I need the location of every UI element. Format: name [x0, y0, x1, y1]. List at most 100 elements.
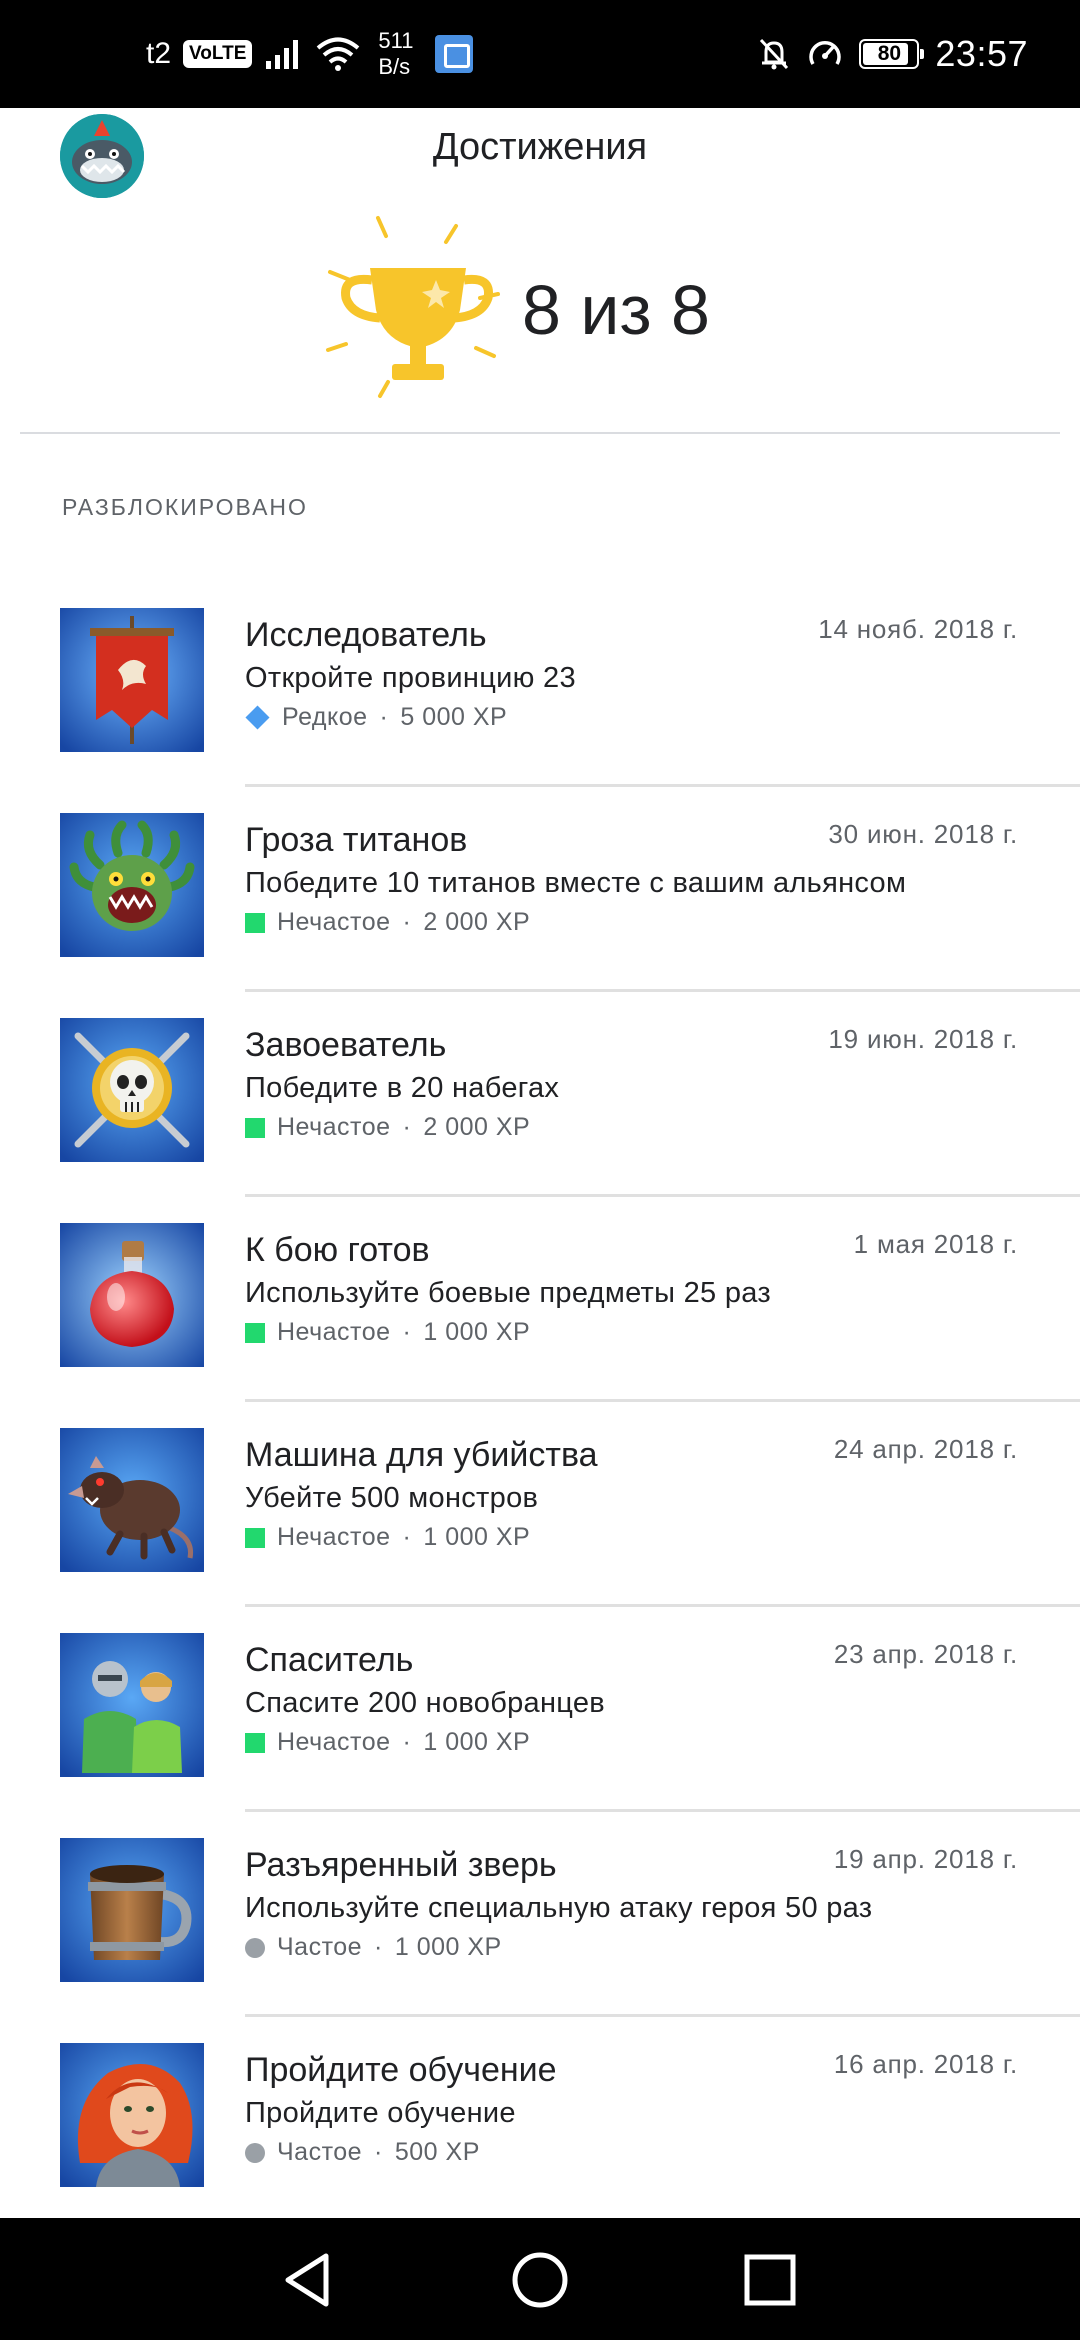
achievement-row[interactable]: Гроза титанов Победите 10 титанов вместе…	[0, 787, 1080, 992]
carrier-label: t2	[146, 37, 172, 70]
common-dot-icon	[245, 1937, 265, 1958]
achievement-xp: 1 000 XP	[394, 1933, 502, 1961]
achievement-rarity: Частое	[277, 1933, 363, 1961]
mug-icon	[60, 1838, 204, 1982]
meta-separator: ·	[402, 1318, 412, 1346]
app-notification-icon	[435, 35, 474, 73]
home-circle-icon	[512, 2252, 568, 2308]
uncommon-square-icon	[245, 1732, 265, 1753]
achievement-description: Победите 10 титанов вместе с вашим альян…	[245, 867, 907, 899]
potion-icon	[60, 1223, 204, 1367]
achievement-date: 30 июн. 2018 г.	[828, 819, 1018, 849]
achievement-rarity: Редкое	[282, 703, 368, 731]
uncommon-square-icon	[245, 1117, 265, 1138]
trophy-icon	[326, 216, 500, 398]
achievement-xp: 2 000 XP	[423, 908, 531, 936]
recruits-icon	[60, 1633, 204, 1777]
section-label-unlocked: РАЗБЛОКИРОВАНО	[62, 494, 308, 520]
achievement-row[interactable]: Машина для убийства Убейте 500 монстров …	[0, 1402, 1080, 1607]
achievement-xp: 1 000 XP	[423, 1523, 531, 1551]
achievement-description: Победите в 20 набегах	[245, 1072, 560, 1104]
achievement-xp: 1 000 XP	[423, 1728, 531, 1756]
achievement-title: К бою готов	[245, 1231, 430, 1269]
speedometer-icon	[809, 41, 842, 65]
medusa-icon	[60, 813, 204, 957]
page-title: Достижения	[432, 126, 648, 168]
achievement-xp: 1 000 XP	[423, 1318, 531, 1346]
recents-square-icon	[744, 2254, 796, 2306]
system-nav-bar	[0, 2218, 1080, 2340]
meta-separator: ·	[402, 1728, 412, 1756]
status-bar-left: t2 VoLTE 511 B/s	[146, 0, 474, 108]
achievement-rarity: Нечастое	[277, 1523, 391, 1551]
achievement-xp: 5 000 XP	[400, 703, 508, 731]
home-button[interactable]	[500, 2240, 580, 2320]
achievement-date: 23 апр. 2018 г.	[833, 1639, 1018, 1669]
achievement-row[interactable]: Разъяренный зверь Используйте специальну…	[0, 1812, 1080, 2017]
achievement-rarity: Нечастое	[277, 1728, 391, 1756]
uncommon-square-icon	[245, 1527, 265, 1548]
meta-separator: ·	[374, 1933, 383, 1961]
achievement-date: 16 апр. 2018 г.	[833, 2049, 1018, 2079]
common-dot-icon	[245, 2142, 265, 2163]
achievement-title: Пройдите обучение	[245, 2051, 557, 2089]
recents-button[interactable]	[730, 2240, 810, 2320]
achievement-meta: Нечастое · 1 000 XP	[245, 1318, 530, 1347]
back-triangle-icon	[285, 2253, 329, 2307]
status-time: 23:57	[935, 33, 1028, 74]
achievement-date: 1 мая 2018 г.	[853, 1229, 1018, 1259]
network-speed: 511 B/s	[378, 28, 413, 80]
wifi-icon	[317, 37, 360, 71]
meta-separator: ·	[402, 908, 412, 936]
achievement-meta: Частое · 1 000 XP	[245, 1933, 502, 1962]
achievement-title: Исследователь	[245, 616, 487, 654]
achievement-title: Машина для убийства	[245, 1436, 598, 1474]
rare-diamond-icon	[245, 705, 270, 730]
back-button[interactable]	[268, 2240, 348, 2320]
volte-badge: VoLTE	[183, 40, 253, 68]
meta-separator: ·	[374, 2138, 383, 2166]
achievement-xp: 500 XP	[394, 2138, 480, 2166]
achievement-row[interactable]: Пройдите обучение Пройдите обучение Част…	[0, 2017, 1080, 2222]
achievement-date: 24 апр. 2018 г.	[833, 1434, 1018, 1464]
battery-level: 80	[877, 42, 902, 65]
achievement-row[interactable]: Завоеватель Победите в 20 набегах Нечаст…	[0, 992, 1080, 1197]
achievement-title: Разъяренный зверь	[245, 1846, 557, 1884]
signal-icon	[266, 40, 299, 69]
achievement-rarity: Частое	[277, 2138, 363, 2166]
status-bar-right: 80 23:57	[757, 0, 1028, 108]
meta-separator: ·	[402, 1113, 412, 1141]
achievement-row[interactable]: К бою готов Используйте боевые предметы …	[0, 1197, 1080, 1402]
rat-monster-icon	[60, 1428, 204, 1572]
achievement-list: Исследователь Откройте провинцию 23 Редк…	[0, 582, 1080, 2222]
achievement-row[interactable]: Исследователь Откройте провинцию 23 Редк…	[0, 582, 1080, 787]
achievement-description: Используйте специальную атаку героя 50 р…	[245, 1892, 873, 1924]
achievement-date: 14 нояб. 2018 г.	[818, 614, 1018, 644]
meta-separator: ·	[402, 1523, 412, 1551]
uncommon-square-icon	[245, 912, 265, 933]
mute-bell-icon	[760, 38, 789, 70]
network-speed-unit: B/s	[378, 54, 411, 79]
heroine-icon	[60, 2043, 204, 2187]
achievement-meta: Нечастое · 1 000 XP	[245, 1728, 530, 1757]
network-speed-value: 511	[378, 28, 414, 53]
banner-icon	[60, 608, 204, 752]
achievement-description: Откройте провинцию 23	[245, 662, 576, 694]
achievement-rarity: Нечастое	[277, 1113, 391, 1141]
achievement-meta: Нечастое · 1 000 XP	[245, 1523, 530, 1552]
achievement-meta: Нечастое · 2 000 XP	[245, 908, 530, 937]
achievement-row[interactable]: Спаситель Спасите 200 новобранцев Нечаст…	[0, 1607, 1080, 1812]
header-divider	[20, 432, 1060, 434]
achievement-description: Используйте боевые предметы 25 раз	[245, 1277, 771, 1309]
skull-swords-icon	[60, 1018, 204, 1162]
status-bar: t2 VoLTE 511 B/s 80 23:57	[0, 0, 1080, 108]
uncommon-square-icon	[245, 1322, 265, 1343]
achievement-title: Спаситель	[245, 1641, 414, 1679]
achievement-meta: Нечастое · 2 000 XP	[245, 1113, 530, 1142]
achievement-xp: 2 000 XP	[423, 1113, 531, 1141]
achievement-summary: 8 из 8	[320, 210, 760, 410]
meta-separator: ·	[379, 703, 389, 731]
achievement-date: 19 апр. 2018 г.	[833, 1844, 1018, 1874]
achievement-count: 8 из 8	[522, 271, 710, 349]
achievement-description: Убейте 500 монстров	[245, 1482, 539, 1514]
